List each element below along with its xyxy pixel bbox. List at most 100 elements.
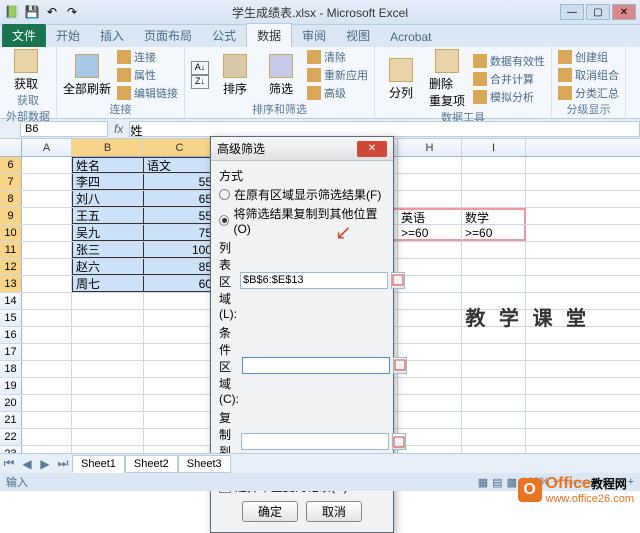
- cell-I8[interactable]: [462, 191, 526, 207]
- cell-I18[interactable]: [462, 361, 526, 377]
- cell-B17[interactable]: [72, 344, 144, 360]
- rowhead-11[interactable]: 11: [0, 242, 22, 258]
- cell-B19[interactable]: [72, 378, 144, 394]
- cell-I13[interactable]: [462, 276, 526, 292]
- cell-I17[interactable]: [462, 344, 526, 360]
- cell-H20[interactable]: [398, 395, 462, 411]
- cell-A6[interactable]: [22, 157, 72, 173]
- tab-insert[interactable]: 插入: [90, 24, 134, 47]
- cell-A16[interactable]: [22, 327, 72, 343]
- cell-I6[interactable]: [462, 157, 526, 173]
- close-button[interactable]: ✕: [612, 4, 636, 20]
- criteria-range-input[interactable]: [242, 357, 390, 374]
- cell-C17[interactable]: [144, 344, 216, 360]
- cell-B9[interactable]: 王五: [72, 208, 144, 224]
- cell-B13[interactable]: 周七: [72, 276, 144, 292]
- cell-C15[interactable]: [144, 310, 216, 326]
- cell-H6[interactable]: [398, 157, 462, 173]
- cell-C11[interactable]: 100: [144, 242, 216, 258]
- cell-A21[interactable]: [22, 412, 72, 428]
- cell-B6[interactable]: 姓名: [72, 157, 144, 173]
- whatif-button[interactable]: 模拟分析: [473, 89, 545, 105]
- cell-H21[interactable]: [398, 412, 462, 428]
- cell-A8[interactable]: [22, 191, 72, 207]
- ungroup-button[interactable]: 取消组合: [558, 67, 619, 83]
- cell-H18[interactable]: [398, 361, 462, 377]
- cell-B14[interactable]: [72, 293, 144, 309]
- cell-I19[interactable]: [462, 378, 526, 394]
- radio-copy-to[interactable]: 将筛选结果复制到其他位置(O): [219, 205, 385, 236]
- cell-H8[interactable]: [398, 191, 462, 207]
- connections-button[interactable]: 连接: [117, 49, 178, 65]
- cell-C22[interactable]: [144, 429, 216, 445]
- sheet-nav-last[interactable]: ⏭: [54, 456, 72, 471]
- cell-A13[interactable]: [22, 276, 72, 292]
- rowhead-17[interactable]: 17: [0, 344, 22, 360]
- cell-B21[interactable]: [72, 412, 144, 428]
- rowhead-12[interactable]: 12: [0, 259, 22, 275]
- cell-H12[interactable]: [398, 259, 462, 275]
- rowhead-15[interactable]: 15: [0, 310, 22, 326]
- select-all-corner[interactable]: [0, 139, 22, 156]
- redo-icon[interactable]: ↷: [64, 4, 80, 20]
- cell-A9[interactable]: [22, 208, 72, 224]
- remove-duplicates-button[interactable]: 删除 重复项: [427, 49, 467, 109]
- cell-H17[interactable]: [398, 344, 462, 360]
- sort-za-icon[interactable]: Z↓: [191, 75, 209, 89]
- cell-C16[interactable]: [144, 327, 216, 343]
- rowhead-9[interactable]: 9: [0, 208, 22, 224]
- list-range-refedit-button[interactable]: [391, 272, 405, 289]
- rowhead-19[interactable]: 19: [0, 378, 22, 394]
- tab-acrobat[interactable]: Acrobat: [380, 27, 441, 47]
- cell-I12[interactable]: [462, 259, 526, 275]
- sheet-nav-prev[interactable]: ◀: [18, 457, 36, 471]
- tab-data[interactable]: 数据: [246, 23, 292, 47]
- properties-button[interactable]: 属性: [117, 67, 178, 83]
- cell-B11[interactable]: 张三: [72, 242, 144, 258]
- cell-A7[interactable]: [22, 174, 72, 190]
- tab-formula[interactable]: 公式: [202, 24, 246, 47]
- list-range-input[interactable]: [240, 272, 388, 289]
- colhead-i[interactable]: I: [462, 139, 526, 156]
- rowhead-21[interactable]: 21: [0, 412, 22, 428]
- fx-icon[interactable]: fx: [114, 122, 123, 136]
- sheet-tab-1[interactable]: Sheet1: [72, 455, 125, 473]
- cell-I21[interactable]: [462, 412, 526, 428]
- clear-filter-button[interactable]: 清除: [307, 49, 368, 65]
- cell-I20[interactable]: [462, 395, 526, 411]
- formula-bar[interactable]: 姓: [129, 121, 640, 137]
- minimize-button[interactable]: —: [560, 4, 584, 20]
- tab-home[interactable]: 开始: [46, 24, 90, 47]
- sort-az-icon[interactable]: A↓: [191, 61, 209, 75]
- cell-B7[interactable]: 李四: [72, 174, 144, 190]
- cell-A17[interactable]: [22, 344, 72, 360]
- undo-icon[interactable]: ↶: [44, 4, 60, 20]
- dialog-close-button[interactable]: ✕: [357, 141, 387, 157]
- cell-H7[interactable]: [398, 174, 462, 190]
- data-validation-button[interactable]: 数据有效性: [473, 53, 545, 69]
- rowhead-18[interactable]: 18: [0, 361, 22, 377]
- view-normal-icon[interactable]: ▦: [478, 476, 488, 489]
- cell-H11[interactable]: [398, 242, 462, 258]
- cell-B22[interactable]: [72, 429, 144, 445]
- cell-B18[interactable]: [72, 361, 144, 377]
- cell-C8[interactable]: 65: [144, 191, 216, 207]
- group-button[interactable]: 创建组: [558, 49, 619, 65]
- radio-filter-inplace[interactable]: 在原有区域显示筛选结果(F): [219, 186, 385, 203]
- rowhead-13[interactable]: 13: [0, 276, 22, 292]
- ok-button[interactable]: 确定: [242, 501, 298, 522]
- consolidate-button[interactable]: 合并计算: [473, 71, 545, 87]
- cancel-button[interactable]: 取消: [306, 501, 362, 522]
- cell-C19[interactable]: [144, 378, 216, 394]
- cell-H10[interactable]: >=60: [398, 225, 462, 241]
- cell-B10[interactable]: 吴九: [72, 225, 144, 241]
- rowhead-22[interactable]: 22: [0, 429, 22, 445]
- cell-C18[interactable]: [144, 361, 216, 377]
- reapply-button[interactable]: 重新应用: [307, 67, 368, 83]
- rowhead-8[interactable]: 8: [0, 191, 22, 207]
- cell-B20[interactable]: [72, 395, 144, 411]
- criteria-range-refedit-button[interactable]: [393, 357, 407, 374]
- cell-I22[interactable]: [462, 429, 526, 445]
- cell-I10[interactable]: >=60: [462, 225, 526, 241]
- cell-C7[interactable]: 55: [144, 174, 216, 190]
